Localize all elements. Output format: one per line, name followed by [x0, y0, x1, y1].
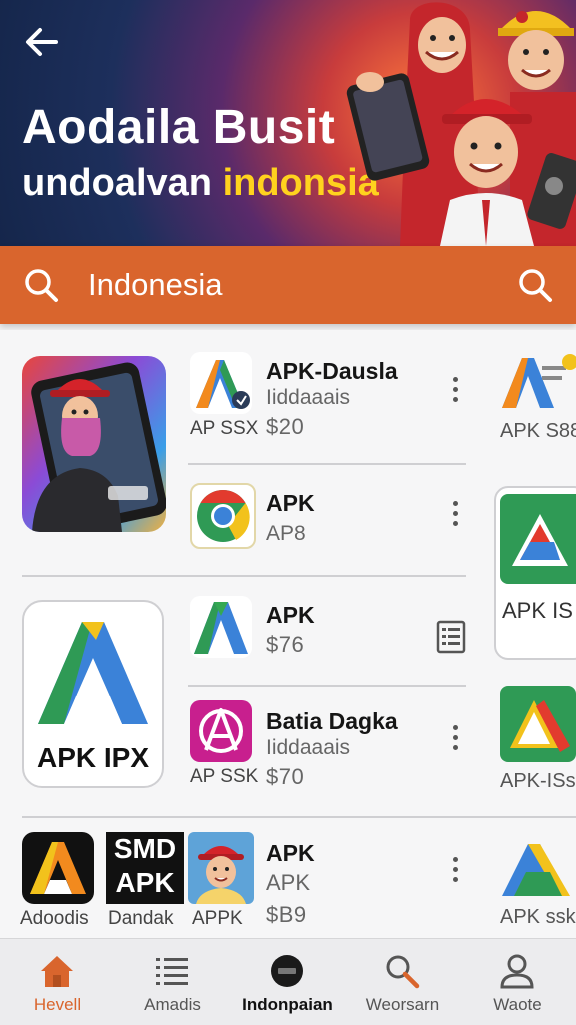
app-title-row4[interactable]: Batia Dagka: [266, 708, 398, 735]
phone-character-icon: [22, 356, 166, 532]
smd-text-line1: SMD: [113, 833, 177, 864]
app-icon-row3[interactable]: [190, 596, 252, 658]
side-app-label-4: APK ssk: [500, 906, 576, 928]
adoodis-app-label: Adoodis: [20, 908, 89, 929]
app-price-row4: $70: [266, 764, 305, 789]
side-app-label-3: APK-ISs: [500, 770, 576, 792]
app-title-row3[interactable]: APK: [266, 602, 315, 629]
bottom-navigation: Hevell Amadis Indonpaian Weorsarn Waote: [0, 938, 576, 1025]
row-divider: [188, 463, 466, 465]
list-details-icon[interactable]: [436, 620, 466, 654]
app-icon-row5[interactable]: [188, 832, 254, 904]
hero-title: Aodaila Busit: [22, 101, 336, 154]
app-icon-label-row1: AP SSX: [190, 418, 259, 439]
adoodis-app-icon[interactable]: [22, 832, 94, 904]
hero-subtitle-text: undoalvan: [22, 162, 223, 204]
avatar-icon: [196, 846, 246, 904]
nav-home[interactable]: Hevell: [0, 939, 115, 1025]
app-subtitle-row2: AP8: [266, 522, 306, 545]
featured-app-image[interactable]: [22, 356, 166, 532]
app-icon-row1[interactable]: [190, 352, 252, 414]
app-list: AP SSX APK-Dausla Iiddaaais $20 APK AP8 …: [0, 330, 576, 938]
nav-indonpaian[interactable]: Indonpaian: [230, 939, 345, 1025]
smd-text-line2: APK: [115, 867, 175, 898]
badge-icon: [271, 955, 303, 987]
nav-weorsarn[interactable]: Weorsarn: [345, 939, 460, 1025]
chrome-icon: [197, 490, 250, 542]
app-title-row1[interactable]: APK-Dausla: [266, 358, 398, 385]
nav-waote-label: Waote: [493, 995, 542, 1014]
search-input[interactable]: [86, 262, 490, 308]
side-app-icon-1[interactable]: [500, 352, 576, 414]
search-bar: [0, 246, 576, 324]
section-divider: [22, 575, 466, 577]
apk-a-icon: [196, 360, 250, 409]
nav-amadis-label: Amadis: [144, 995, 201, 1014]
app-icon-label-row5: APPK: [192, 908, 243, 929]
more-options-icon[interactable]: [448, 722, 462, 756]
dandak-app-label: Dandak: [108, 908, 174, 929]
nav-weorsarn-label: Weorsarn: [365, 995, 440, 1014]
nav-amadis[interactable]: Amadis: [115, 939, 230, 1025]
side-app-icon-4[interactable]: [500, 834, 576, 900]
apk-a-icon: [194, 602, 248, 654]
nav-home-label: Hevell: [33, 995, 82, 1014]
apk-a-icon: [38, 622, 148, 724]
app-icon-row4[interactable]: [190, 700, 252, 762]
nav-waote[interactable]: Waote: [460, 939, 575, 1025]
app-price-row1: $20: [266, 414, 305, 439]
drive-icon: [500, 494, 576, 584]
back-arrow-icon[interactable]: [22, 22, 62, 62]
section-divider: [22, 816, 576, 818]
app-subtitle-row5: APK: [266, 870, 311, 895]
app-icon-label-row4: AP SSK: [190, 766, 259, 787]
side-app-label-2: APK IS: [502, 598, 573, 623]
magenta-a-icon: [199, 708, 243, 753]
row-divider: [188, 685, 466, 687]
search-icon[interactable]: [22, 266, 60, 304]
nav-indonpaian-label: Indonpaian: [242, 995, 333, 1014]
more-options-icon[interactable]: [448, 374, 462, 408]
home-icon: [41, 956, 73, 987]
app-icon-row2[interactable]: [190, 483, 256, 549]
smd-apk-icon[interactable]: SMD APK: [106, 832, 184, 904]
search-submit-icon[interactable]: [516, 266, 554, 304]
app-price-row5: $B9: [266, 902, 307, 927]
hero-illustration: [346, 2, 576, 246]
side-app-card-2[interactable]: APK IS: [494, 486, 576, 660]
side-app-label-1: APK S88: [500, 420, 576, 442]
profile-icon: [500, 954, 534, 989]
more-options-icon[interactable]: [448, 498, 462, 532]
list-icon: [156, 958, 188, 985]
featured-app-card[interactable]: APK IPX: [22, 600, 164, 788]
app-price-row3: $76: [266, 632, 305, 657]
more-options-icon[interactable]: [448, 854, 462, 888]
apk-a-icon: [30, 842, 86, 894]
hero-subtitle: undoalvan indonsia: [22, 162, 379, 205]
hero-banner: Aodaila Busit undoalvan indonsia: [0, 0, 576, 246]
app-subtitle-row4: Iiddaaais: [266, 736, 351, 759]
app-subtitle-row1: Iiddaaais: [266, 386, 351, 409]
side-app-icon-3[interactable]: [500, 686, 576, 762]
app-title-row2[interactable]: APK: [266, 490, 315, 517]
app-title-row5[interactable]: APK: [266, 840, 315, 867]
featured-card-label: APK IPX: [36, 742, 150, 773]
search-icon: [386, 955, 420, 989]
